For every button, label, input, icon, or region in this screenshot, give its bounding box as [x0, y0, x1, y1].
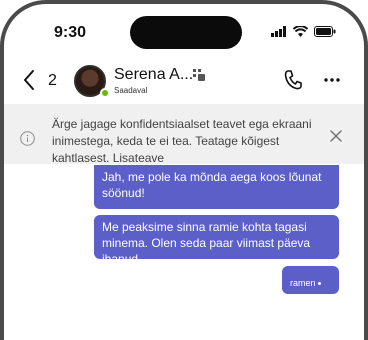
- wifi-icon: [293, 26, 308, 37]
- back-chevron-icon[interactable]: [22, 69, 36, 91]
- learn-more-link[interactable]: Lisateave: [113, 151, 164, 165]
- more-icon[interactable]: [324, 78, 340, 82]
- contact-status: Saadaval: [114, 86, 148, 95]
- presence-indicator: [100, 88, 110, 98]
- sending-dot-icon: [317, 282, 321, 286]
- message-bubble[interactable]: Jah, me pole ka mõnda aega koos lõunat s…: [94, 165, 339, 209]
- status-icons: [271, 26, 336, 37]
- contact-name[interactable]: Serena A...: [114, 66, 193, 84]
- phone-icon[interactable]: [284, 70, 302, 90]
- banner-message: Ärge jagage konfidentsiaalset teavet ega…: [52, 117, 312, 165]
- dynamic-island: [130, 16, 242, 49]
- message-text: ramen: [290, 278, 316, 288]
- banner-text: Ärge jagage konfidentsiaalset teavet ega…: [52, 116, 314, 167]
- close-icon[interactable]: [330, 130, 342, 142]
- back-count-badge[interactable]: 2: [48, 72, 57, 90]
- info-icon: [20, 131, 35, 146]
- phone-frame: 9:30 2 Serena A... Saadaval Ärge jagage …: [0, 0, 368, 340]
- status-time: 9:30: [54, 24, 87, 41]
- message-bubble[interactable]: Me peaksime sinna ramie kohta tagasi min…: [94, 215, 339, 266]
- signal-icon: [271, 26, 286, 37]
- battery-icon: [314, 26, 336, 37]
- organization-icon: [193, 69, 205, 81]
- message-bubble[interactable]: ramen: [282, 266, 339, 294]
- chat-header: 2 Serena A... Saadaval: [4, 60, 364, 102]
- safety-banner: Ärge jagage konfidentsiaalset teavet ega…: [4, 104, 364, 167]
